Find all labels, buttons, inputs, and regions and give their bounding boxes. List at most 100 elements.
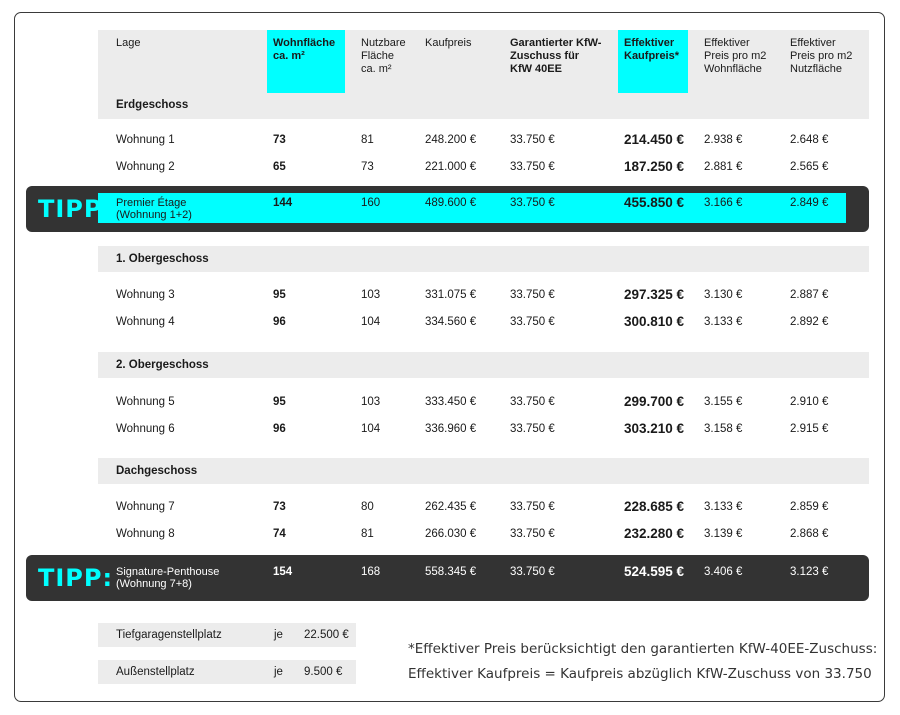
- cell-nutzflaeche: 103: [361, 396, 381, 408]
- cell-kaufpreis: 221.000 €: [425, 161, 477, 173]
- lage-line-1: Signature-Penthouse: [116, 566, 220, 578]
- parking-price: 9.500 €: [304, 666, 343, 678]
- cell-preis-nutz: 2.910 €: [790, 396, 829, 408]
- cell-lage: Wohnung 4: [116, 316, 175, 328]
- lage-line-2: (Wohnung 1+2): [116, 209, 192, 221]
- cell-kfw: 33.750 €: [510, 396, 555, 408]
- cell-lage: Wohnung 1: [116, 134, 175, 146]
- cell-lage: Signature-Penthouse (Wohnung 7+8): [116, 566, 219, 590]
- cell-kfw: 33.750 €: [510, 528, 555, 540]
- cell-kaufpreis: 248.200 €: [425, 134, 477, 146]
- cell-kfw: 33.750 €: [510, 423, 555, 435]
- cell-preis-nutz: 2.565 €: [790, 161, 829, 173]
- cell-preis-nutz: 2.849 €: [790, 197, 829, 209]
- cell-kfw: 33.750 €: [510, 501, 555, 513]
- cell-preis-wohn: 3.155 €: [704, 396, 743, 408]
- cell-lage: Wohnung 8: [116, 528, 175, 540]
- cell-kfw: 33.750 €: [510, 566, 555, 578]
- tipp-label: TIPP:: [38, 564, 114, 592]
- section-bar-og2: [98, 352, 869, 378]
- cell-kaufpreis: 266.030 €: [425, 528, 477, 540]
- cell-effektiv: 297.325 €: [624, 287, 685, 302]
- cell-effektiv: 300.810 €: [624, 314, 685, 329]
- cell-preis-wohn: 3.133 €: [704, 316, 743, 328]
- cell-wohnflaeche: 144: [273, 197, 293, 209]
- cell-lage: Wohnung 3: [116, 289, 175, 301]
- footnote-line-1: *Effektiver Preis berücksichtigt den gar…: [408, 641, 878, 657]
- cell-kaufpreis: 262.435 €: [425, 501, 477, 513]
- parking-label: Tiefgaragenstellplatz: [116, 629, 222, 641]
- cell-nutzflaeche: 160: [361, 197, 381, 209]
- cell-kfw: 33.750 €: [510, 161, 555, 173]
- cell-preis-wohn: 3.139 €: [704, 528, 743, 540]
- section-title-og2: 2. Obergeschoss: [116, 359, 209, 371]
- cell-wohnflaeche: 74: [273, 528, 286, 540]
- cell-wohnflaeche: 154: [273, 566, 293, 578]
- cell-preis-wohn: 3.166 €: [704, 197, 743, 209]
- cell-preis-nutz: 2.915 €: [790, 423, 829, 435]
- cell-preis-nutz: 2.859 €: [790, 501, 829, 513]
- cell-nutzflaeche: 168: [361, 566, 381, 578]
- cell-preis-wohn: 3.158 €: [704, 423, 743, 435]
- cell-lage: Wohnung 5: [116, 396, 175, 408]
- cell-preis-wohn: 3.130 €: [704, 289, 743, 301]
- cell-lage: Wohnung 7: [116, 501, 175, 513]
- cell-kfw: 33.750 €: [510, 134, 555, 146]
- cell-effektiv: 228.685 €: [624, 499, 685, 514]
- cell-preis-nutz: 3.123 €: [790, 566, 829, 578]
- cell-preis-wohn: 2.938 €: [704, 134, 743, 146]
- cell-kfw: 33.750 €: [510, 289, 555, 301]
- cell-lage: Premier Étage (Wohnung 1+2): [116, 197, 192, 221]
- cell-effektiv: 524.595 €: [624, 564, 685, 579]
- cell-effektiv: 187.250 €: [624, 159, 685, 174]
- cell-kfw: 33.750 €: [510, 197, 555, 209]
- parking-label: Außenstellplatz: [116, 666, 195, 678]
- cell-preis-nutz: 2.887 €: [790, 289, 829, 301]
- parking-je: je: [274, 666, 283, 678]
- section-bar-erdgeschoss: [98, 93, 869, 119]
- cell-wohnflaeche: 73: [273, 501, 286, 513]
- cell-nutzflaeche: 81: [361, 134, 374, 146]
- section-bar-dachgeschoss: [98, 458, 869, 484]
- cell-preis-nutz: 2.648 €: [790, 134, 829, 146]
- cell-preis-nutz: 2.892 €: [790, 316, 829, 328]
- section-title-dachgeschoss: Dachgeschoss: [116, 465, 198, 477]
- cell-preis-wohn: 3.133 €: [704, 501, 743, 513]
- section-title-erdgeschoss: Erdgeschoss: [116, 99, 189, 111]
- cell-preis-nutz: 2.868 €: [790, 528, 829, 540]
- cell-kaufpreis: 558.345 €: [425, 566, 477, 578]
- parking-row-tiefgarage: Tiefgaragenstellplatz je 22.500 €: [98, 623, 356, 647]
- cell-effektiv: 455.850 €: [624, 195, 685, 210]
- cell-wohnflaeche: 95: [273, 289, 286, 301]
- cell-kaufpreis: 489.600 €: [425, 197, 477, 209]
- cell-effektiv: 232.280 €: [624, 526, 685, 541]
- cell-nutzflaeche: 81: [361, 528, 374, 540]
- cell-wohnflaeche: 96: [273, 423, 286, 435]
- cell-lage: Wohnung 2: [116, 161, 175, 173]
- cell-wohnflaeche: 73: [273, 134, 286, 146]
- parking-je: je: [274, 629, 283, 641]
- cell-nutzflaeche: 104: [361, 423, 381, 435]
- parking-row-aussen: Außenstellplatz je 9.500 €: [98, 660, 356, 684]
- cell-nutzflaeche: 73: [361, 161, 374, 173]
- cell-kaufpreis: 334.560 €: [425, 316, 477, 328]
- section-title-og1: 1. Obergeschoss: [116, 253, 209, 265]
- cell-wohnflaeche: 65: [273, 161, 286, 173]
- cell-kaufpreis: 336.960 €: [425, 423, 477, 435]
- parking-price: 22.500 €: [304, 629, 349, 641]
- cell-kfw: 33.750 €: [510, 316, 555, 328]
- lage-line-1: Premier Étage: [116, 197, 187, 209]
- cell-nutzflaeche: 104: [361, 316, 381, 328]
- cell-wohnflaeche: 96: [273, 316, 286, 328]
- cell-effektiv: 214.450 €: [624, 132, 685, 147]
- cell-kaufpreis: 331.075 €: [425, 289, 477, 301]
- cell-wohnflaeche: 95: [273, 396, 286, 408]
- section-bar-og1: [98, 246, 869, 272]
- cell-effektiv: 303.210 €: [624, 421, 685, 436]
- cell-effektiv: 299.700 €: [624, 394, 685, 409]
- cell-nutzflaeche: 103: [361, 289, 381, 301]
- lage-line-2: (Wohnung 7+8): [116, 578, 192, 590]
- cell-lage: Wohnung 6: [116, 423, 175, 435]
- cell-nutzflaeche: 80: [361, 501, 374, 513]
- footnote-line-2: Effektiver Kaufpreis = Kaufpreis abzügli…: [408, 666, 872, 682]
